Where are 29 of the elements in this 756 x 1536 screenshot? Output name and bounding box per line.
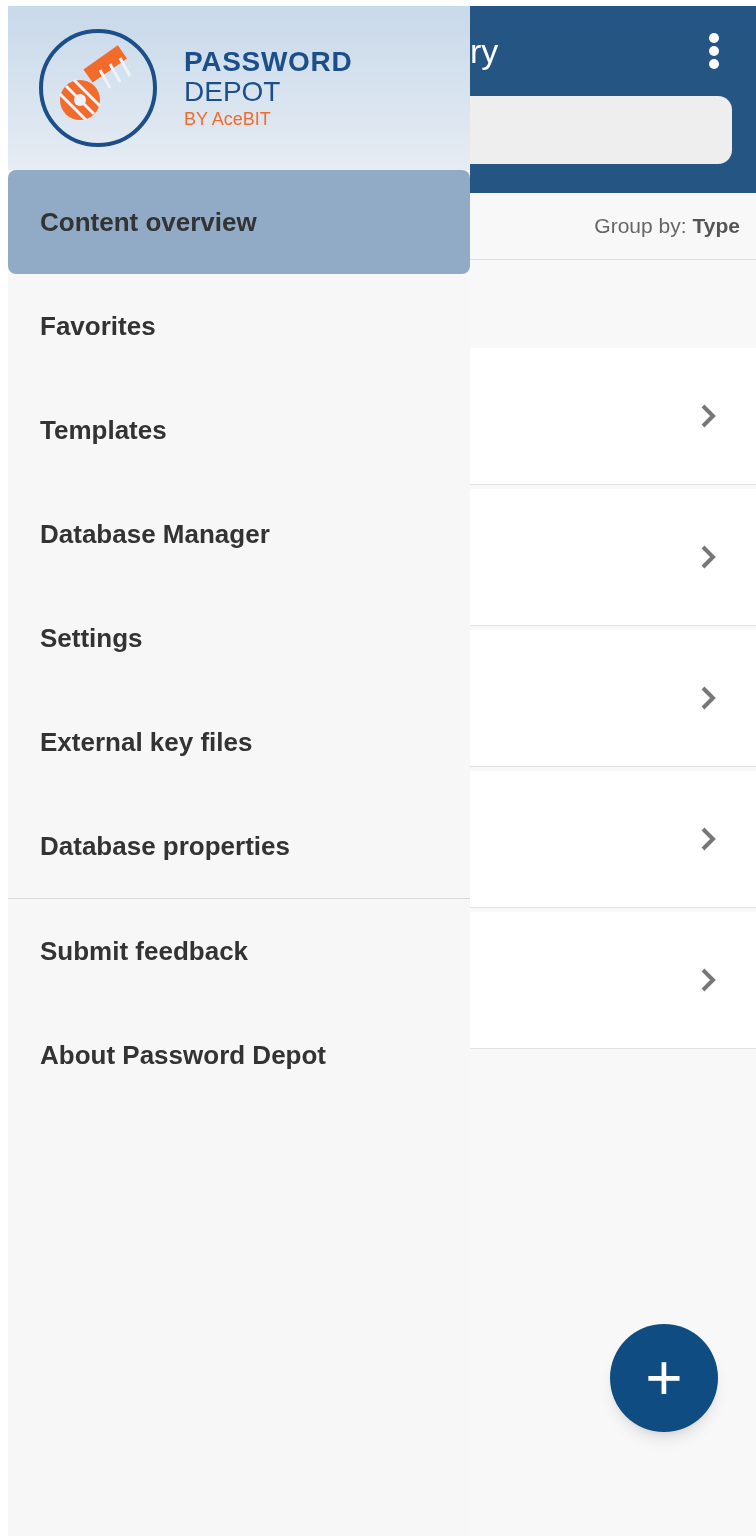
- menu-item[interactable]: About Password Depot: [8, 1003, 470, 1107]
- list-row[interactable]: [470, 489, 756, 626]
- add-button[interactable]: +: [610, 1324, 718, 1432]
- list-row[interactable]: [470, 771, 756, 908]
- group-by-value[interactable]: Type: [692, 210, 740, 242]
- group-by-label: Group by:: [594, 213, 687, 240]
- page-title: ry: [470, 30, 499, 72]
- menu-item[interactable]: Settings: [8, 586, 470, 690]
- chevron-right-icon: [700, 685, 716, 711]
- chevron-right-icon: [700, 967, 716, 993]
- chevron-right-icon: [700, 826, 716, 852]
- list-row[interactable]: [470, 912, 756, 1049]
- chevron-right-icon: [700, 544, 716, 570]
- list-row[interactable]: [470, 348, 756, 485]
- menu-item[interactable]: External key files: [8, 690, 470, 794]
- logo-subtitle: DEPOT: [184, 78, 282, 106]
- list-row[interactable]: [470, 630, 756, 767]
- logo-title: PASSWORD: [184, 48, 353, 76]
- menu-item[interactable]: Favorites: [8, 274, 470, 378]
- menu-item[interactable]: Submit feedback: [8, 899, 470, 1003]
- more-options-icon[interactable]: [708, 33, 720, 69]
- menu-item[interactable]: Templates: [8, 378, 470, 482]
- menu-item[interactable]: Database properties: [8, 794, 470, 898]
- search-field[interactable]: [470, 96, 732, 164]
- chevron-right-icon: [700, 403, 716, 429]
- key-logo-icon: [38, 28, 158, 148]
- logo-byline: BY AceBIT: [184, 110, 272, 128]
- menu-item[interactable]: Database Manager: [8, 482, 470, 586]
- menu-item[interactable]: Content overview: [8, 170, 470, 274]
